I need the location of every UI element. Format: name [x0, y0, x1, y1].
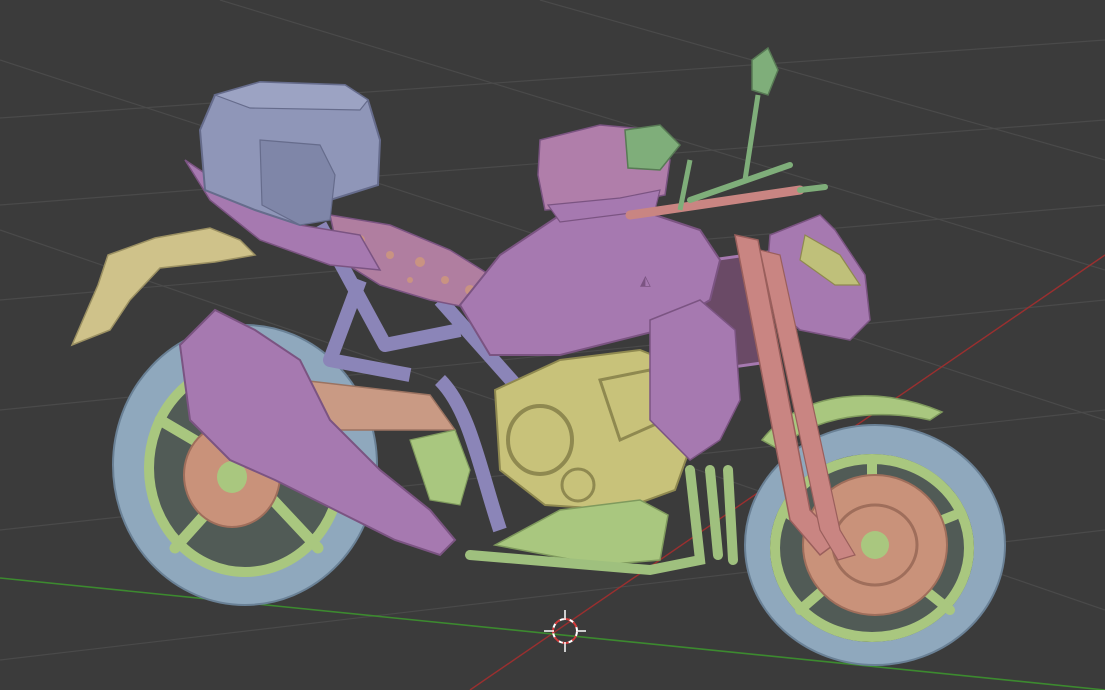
right-mirror[interactable]	[742, 46, 779, 181]
3d-cursor-icon[interactable]	[544, 610, 586, 652]
tank-logo-icon: ◭	[640, 273, 651, 289]
footpeg-bracket[interactable]	[409, 429, 471, 506]
3d-viewport[interactable]: ◭	[0, 0, 1105, 690]
viewport-canvas[interactable]: ◭	[0, 0, 1105, 690]
